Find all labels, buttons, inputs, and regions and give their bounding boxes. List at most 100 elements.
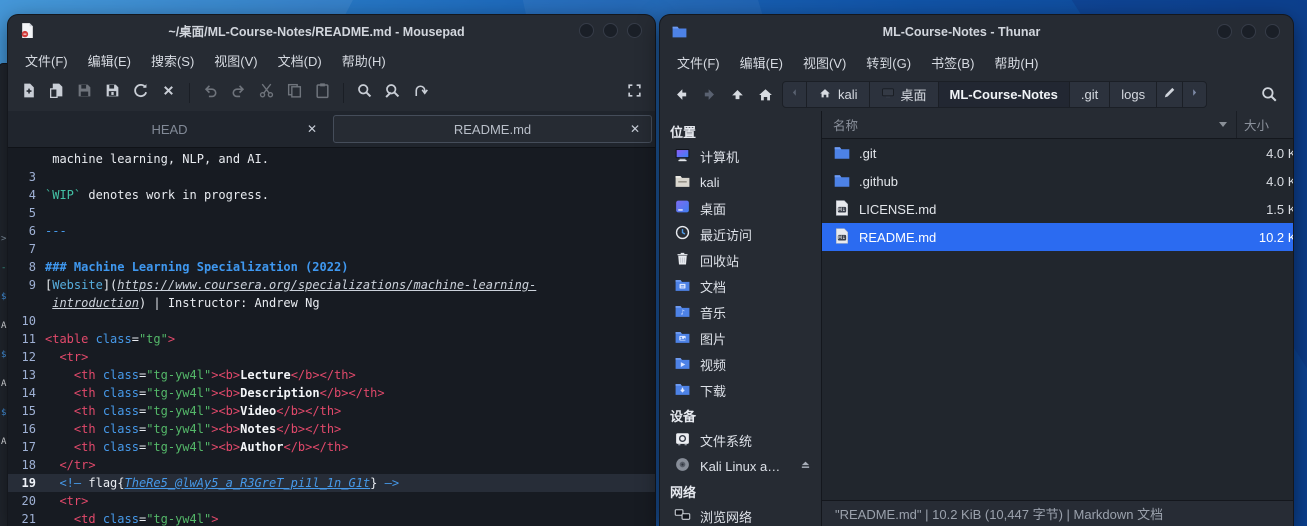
folder-home-icon bbox=[674, 172, 691, 192]
minimize-button[interactable] bbox=[579, 23, 594, 38]
up-button[interactable] bbox=[723, 81, 751, 107]
file-row-.github[interactable]: .github 4.0 KiB bbox=[822, 167, 1293, 195]
file-list-header: 名称 大小 bbox=[822, 111, 1293, 139]
sidebar-item-文档[interactable]: 文档 bbox=[660, 273, 821, 299]
column-header-size[interactable]: 大小 bbox=[1237, 115, 1293, 134]
desk-small-icon bbox=[881, 86, 895, 103]
save-as-button[interactable] bbox=[99, 80, 126, 106]
forward-button[interactable] bbox=[695, 81, 723, 107]
minimize-button[interactable] bbox=[1217, 24, 1232, 39]
thunar-menu-2[interactable]: 视图(V) bbox=[794, 50, 855, 75]
sidebar-item-最近访问[interactable]: 最近访问 bbox=[660, 221, 821, 247]
back-button[interactable] bbox=[667, 81, 695, 107]
undo-icon bbox=[202, 82, 219, 104]
new-file-button[interactable] bbox=[15, 80, 42, 106]
sidebar-item-音乐[interactable]: ♪ 音乐 bbox=[660, 299, 821, 325]
thunar-titlebar[interactable]: ML-Course-Notes - Thunar bbox=[660, 15, 1293, 48]
breadcrumb-kali[interactable]: kali bbox=[807, 81, 870, 107]
sidebar-item-回收站[interactable]: 回收站 bbox=[660, 247, 821, 273]
thunar-menu-5[interactable]: 帮助(H) bbox=[985, 50, 1047, 75]
tab-close-icon[interactable]: ✕ bbox=[307, 123, 317, 135]
cut-button[interactable] bbox=[253, 80, 280, 106]
home-button[interactable] bbox=[751, 81, 779, 107]
line-number: 5 bbox=[28, 206, 36, 220]
thunar-app-icon bbox=[671, 23, 688, 40]
sidebar-item-浏览网络[interactable]: 浏览网络 bbox=[660, 503, 821, 526]
copy-button[interactable] bbox=[281, 80, 308, 106]
sidebar-item-下载[interactable]: 下载 bbox=[660, 377, 821, 403]
breadcrumb-桌面[interactable]: 桌面 bbox=[870, 81, 939, 107]
thunar-menu-4[interactable]: 书签(B) bbox=[922, 50, 983, 75]
mousepad-menu-3[interactable]: 视图(V) bbox=[205, 48, 266, 73]
paste-button[interactable] bbox=[309, 80, 336, 106]
sidebar-item-文件系统[interactable]: 文件系统 bbox=[660, 427, 821, 453]
thunar-menu-0[interactable]: 文件(F) bbox=[668, 50, 729, 75]
thunar-window: ML-Course-Notes - Thunar 文件(F) 编辑(E) 视图(V)… bbox=[660, 15, 1293, 526]
thunar-toolbar: kali 桌面 ML-Course-Notes .git logs bbox=[660, 77, 1293, 111]
breadcrumb--git[interactable]: .git bbox=[1070, 81, 1111, 107]
editor-line: 12 <tr> bbox=[8, 348, 655, 366]
file-row-.git[interactable]: .git 4.0 KiB bbox=[822, 139, 1293, 167]
chev-left-button[interactable] bbox=[783, 81, 807, 107]
column-header-name[interactable]: 名称 bbox=[822, 111, 1237, 138]
find-replace-button[interactable] bbox=[379, 80, 406, 106]
file-row-readme.md[interactable]: M↓ README.md 10.2 KiB bbox=[822, 223, 1293, 251]
find-replace-icon bbox=[384, 82, 401, 104]
reload-button[interactable] bbox=[127, 80, 154, 106]
go-to-line-button[interactable] bbox=[407, 80, 434, 106]
mousepad-menu-5[interactable]: 帮助(H) bbox=[333, 48, 395, 73]
maximize-button[interactable] bbox=[603, 23, 618, 38]
mousepad-tabbar: HEAD ✕ README.md ✕ bbox=[8, 111, 655, 148]
code-text: <th class="tg-yw4l"><b>Notes</b></th> bbox=[73, 422, 342, 436]
find-button[interactable] bbox=[351, 80, 378, 106]
editor-line: 20 <tr> bbox=[8, 492, 655, 510]
markdown-file-icon: M↓ bbox=[833, 227, 851, 248]
file-name: .git bbox=[859, 145, 877, 161]
breadcrumb-logs[interactable]: logs bbox=[1110, 81, 1158, 107]
chev-right-button[interactable] bbox=[1183, 82, 1206, 107]
eject-icon[interactable] bbox=[799, 458, 812, 474]
close-button[interactable] bbox=[627, 23, 642, 38]
mousepad-menu-4[interactable]: 文档(D) bbox=[269, 48, 331, 73]
mousepad-menu-0[interactable]: 文件(F) bbox=[16, 48, 77, 73]
thunar-window-title: ML-Course-Notes - Thunar bbox=[882, 24, 1041, 39]
disc-icon bbox=[674, 456, 691, 476]
tab-close-icon[interactable]: ✕ bbox=[630, 123, 640, 135]
tab-label: README.md bbox=[453, 121, 532, 137]
file-row-license.md[interactable]: M↓ LICENSE.md 1.5 KiB bbox=[822, 195, 1293, 223]
sidebar-item-图片[interactable]: 图片 bbox=[660, 325, 821, 351]
redo-icon bbox=[230, 82, 247, 104]
tab-head[interactable]: HEAD ✕ bbox=[11, 115, 328, 143]
redo-button[interactable] bbox=[225, 80, 252, 106]
code-text: introduction) | Instructor: Andrew Ng bbox=[52, 296, 320, 310]
sidebar-item-视频[interactable]: 视频 bbox=[660, 351, 821, 377]
fullscreen-button[interactable] bbox=[621, 80, 648, 106]
sidebar-item-计算机[interactable]: 计算机 bbox=[660, 143, 821, 169]
save-button[interactable] bbox=[71, 80, 98, 106]
line-number: 10 bbox=[21, 314, 36, 328]
folder-icon bbox=[833, 143, 851, 164]
tab-readme-md[interactable]: README.md ✕ bbox=[333, 115, 652, 143]
maximize-button[interactable] bbox=[1241, 24, 1256, 39]
text-editor-area[interactable]: machine learning, NLP, and AI. 3 4 `WIP` de… bbox=[8, 148, 655, 526]
undo-button[interactable] bbox=[197, 80, 224, 106]
close-button[interactable] bbox=[1265, 24, 1280, 39]
thunar-menu-3[interactable]: 转到(G) bbox=[857, 50, 920, 75]
edit-path-button[interactable] bbox=[1157, 81, 1184, 107]
close-file-button[interactable] bbox=[155, 80, 182, 106]
sidebar-item-桌面[interactable]: 桌面 bbox=[660, 195, 821, 221]
thunar-menu-1[interactable]: 编辑(E) bbox=[731, 50, 792, 75]
file-name: README.md bbox=[859, 229, 937, 245]
search-button[interactable] bbox=[1255, 81, 1283, 107]
file-list[interactable]: .git 4.0 KiB .github 4.0 KiB M↓ LICENSE.md 1.5… bbox=[822, 139, 1293, 500]
open-file-button[interactable] bbox=[43, 80, 70, 106]
breadcrumb-label: ML-Course-Notes bbox=[949, 86, 1058, 102]
mousepad-menu-1[interactable]: 编辑(E) bbox=[79, 48, 140, 73]
sidebar-item-kali[interactable]: kali bbox=[660, 169, 821, 195]
mousepad-window: ~/桌面/ML-Course-Notes/README.md - Mousepa… bbox=[8, 15, 655, 526]
mousepad-titlebar[interactable]: ~/桌面/ML-Course-Notes/README.md - Mousepa… bbox=[8, 15, 655, 46]
breadcrumb-ml-course-notes[interactable]: ML-Course-Notes bbox=[938, 81, 1070, 107]
editor-line: 4 `WIP` denotes work in progress. bbox=[8, 186, 655, 204]
sidebar-item-Kali-Linux-a…[interactable]: Kali Linux a… bbox=[660, 453, 821, 479]
mousepad-menu-2[interactable]: 搜索(S) bbox=[142, 48, 203, 73]
